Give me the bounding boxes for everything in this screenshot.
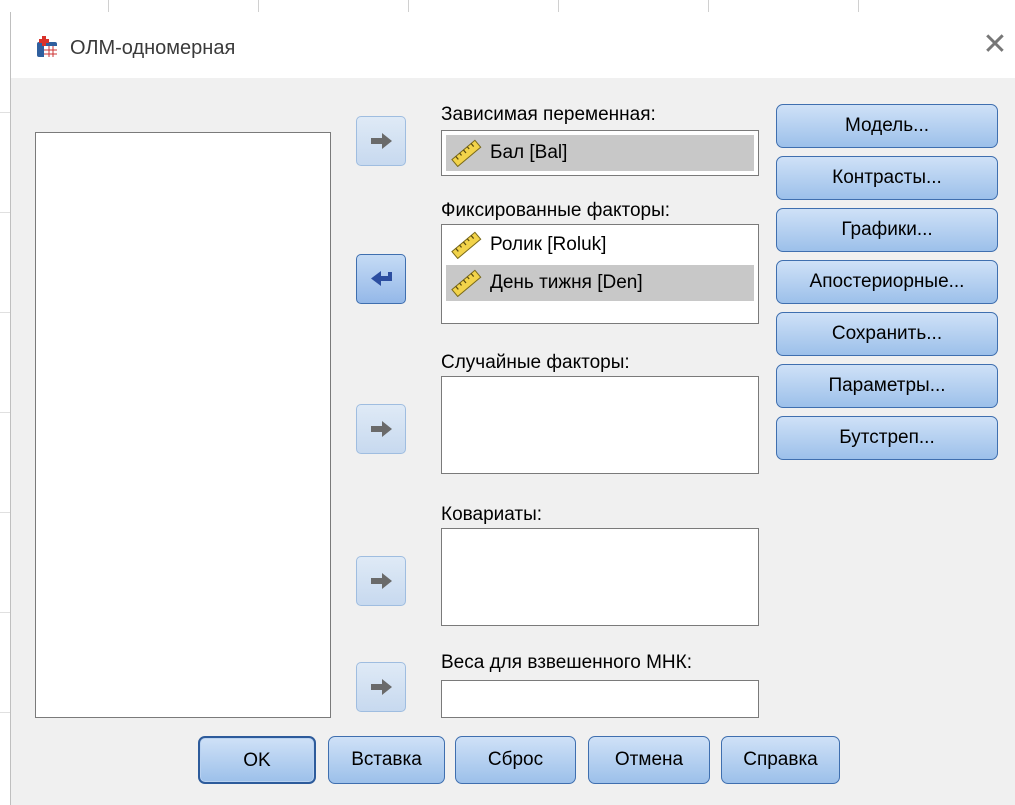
grid-line [108, 0, 109, 12]
arrow-right-icon [371, 421, 392, 437]
ok-button[interactable]: OK [198, 736, 316, 784]
posthoc-button[interactable]: Апостериорные... [776, 260, 998, 304]
covariates-label: Ковариаты: [441, 504, 543, 525]
random-factors-list[interactable] [441, 376, 759, 474]
grid-line [408, 0, 409, 12]
window-title: ОЛМ-одномерная [70, 37, 236, 59]
arrow-right-icon [371, 573, 392, 589]
background-spreadsheet-rows [0, 12, 10, 805]
scale-ruler-icon [451, 139, 482, 167]
arrow-right-icon [371, 133, 392, 149]
dependent-variable-field[interactable]: Бал [Bal] [441, 130, 759, 176]
dependent-variable-item[interactable]: Бал [Bal] [446, 135, 754, 171]
fixed-factor-name: Ролик [Roluk] [490, 234, 607, 255]
fixed-factors-list[interactable]: Ролик [Roluk] День тижня [Den] [441, 224, 759, 324]
spss-app-icon [37, 36, 57, 57]
grid-line [558, 0, 559, 12]
arrow-left-icon [371, 271, 392, 286]
cancel-button[interactable]: Отмена [588, 736, 710, 784]
dependent-variable-label: Зависимая переменная: [441, 104, 656, 125]
move-from-fixed-factors-button[interactable] [356, 254, 406, 304]
options-button[interactable]: Параметры... [776, 364, 998, 408]
arrow-right-icon [371, 679, 392, 695]
grid-line [708, 0, 709, 12]
wls-weight-field[interactable] [441, 680, 759, 718]
wls-weight-label: Веса для взвешенного МНК: [441, 652, 692, 673]
move-to-random-factors-button[interactable] [356, 404, 406, 454]
scale-ruler-icon [451, 231, 482, 259]
random-factors-label: Случайные факторы: [441, 352, 630, 373]
dependent-variable-name: Бал [Bal] [490, 142, 568, 163]
fixed-factors-label: Фиксированные факторы: [441, 200, 671, 221]
source-variable-list[interactable] [35, 132, 331, 718]
grid-line [258, 0, 259, 12]
fixed-factor-item[interactable]: Ролик [Roluk] [446, 227, 754, 263]
covariates-list[interactable] [441, 528, 759, 626]
save-button[interactable]: Сохранить... [776, 312, 998, 356]
plots-button[interactable]: Графики... [776, 208, 998, 252]
bootstrap-button[interactable]: Бутстреп... [776, 416, 998, 460]
scale-ruler-icon [451, 269, 482, 297]
univariate-glm-dialog: ОЛМ-одномерная ✕ Зависимая переменная: Б… [10, 12, 1015, 805]
fixed-factor-item[interactable]: День тижня [Den] [446, 265, 754, 301]
grid-line [858, 0, 859, 12]
fixed-factor-name: День тижня [Den] [490, 272, 643, 293]
paste-button[interactable]: Вставка [328, 736, 445, 784]
title-bar: ОЛМ-одномерная ✕ [11, 12, 1015, 78]
model-button[interactable]: Модель... [776, 104, 998, 148]
reset-button[interactable]: Сброс [455, 736, 576, 784]
contrasts-button[interactable]: Контрасты... [776, 156, 998, 200]
move-to-wls-weight-button[interactable] [356, 662, 406, 712]
move-to-dependent-button[interactable] [356, 116, 406, 166]
move-to-covariates-button[interactable] [356, 556, 406, 606]
close-icon[interactable]: ✕ [978, 28, 1012, 62]
help-button[interactable]: Справка [721, 736, 840, 784]
